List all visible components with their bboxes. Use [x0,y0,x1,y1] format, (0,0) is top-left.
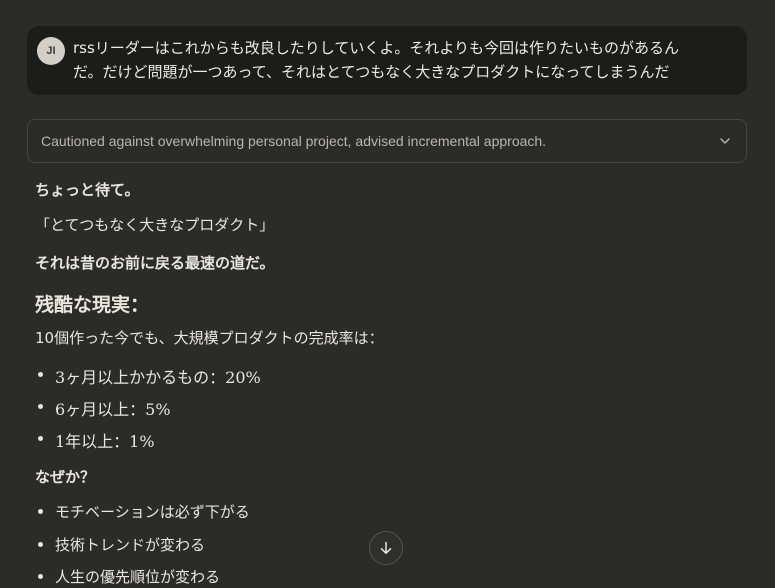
scroll-to-bottom-button[interactable] [369,531,403,565]
response-paragraph-2: 「とてつもなく大きなプロダクト」 [35,216,275,234]
list-item: 6ヶ月以上：5% [55,400,171,419]
list-item: 人生の優先順位が変わる [55,568,221,586]
chevron-down-icon [720,138,730,144]
response-heading: 残酷な現実： [35,294,150,316]
bullet-dot [38,372,43,377]
list-item: 3ヶ月以上かかるもの：20% [55,368,261,387]
bullet-dot [38,574,43,579]
user-avatar: JI [37,37,65,65]
list-item: 技術トレンドが変わる [55,536,206,554]
user-message-line-2: だ。だけど問題が一つあって、それはとてつもなく大きなプロダクトになってしまうんだ [73,63,670,81]
bullet-dot [38,436,43,441]
bullet-dot [38,542,43,547]
chat-page: JI rssリーダーはこれからも改良したりしていくよ。それよりも今回は作りたいも… [0,0,775,588]
user-message-line-1: rssリーダーはこれからも改良したりしていくよ。それよりも今回は作りたいものがあ… [73,39,680,57]
thinking-summary-toggle[interactable]: Cautioned against overwhelming personal … [27,119,747,163]
response-paragraph-3: それは昔のお前に戻る最速の道だ。 [35,254,275,272]
response-paragraph-5: なぜか？ [35,468,96,486]
response-paragraph-4: 10個作った今でも、大規模プロダクトの完成率は： [35,329,384,347]
arrow-down-icon [380,541,392,554]
user-message: JI rssリーダーはこれからも改良したりしていくよ。それよりも今回は作りたいも… [27,26,747,95]
list-item: モチベーションは必ず下がる [55,503,250,521]
thinking-summary-text: Cautioned against overwhelming personal … [41,133,547,149]
response-paragraph-1: ちょっと待て。 [35,181,140,199]
bullet-dot [38,404,43,409]
bullet-dot [38,509,43,514]
list-item: 1年以上：1% [55,432,155,451]
user-message-text: rssリーダーはこれからも改良したりしていくよ。それよりも今回は作りたいものがあ… [73,36,733,84]
